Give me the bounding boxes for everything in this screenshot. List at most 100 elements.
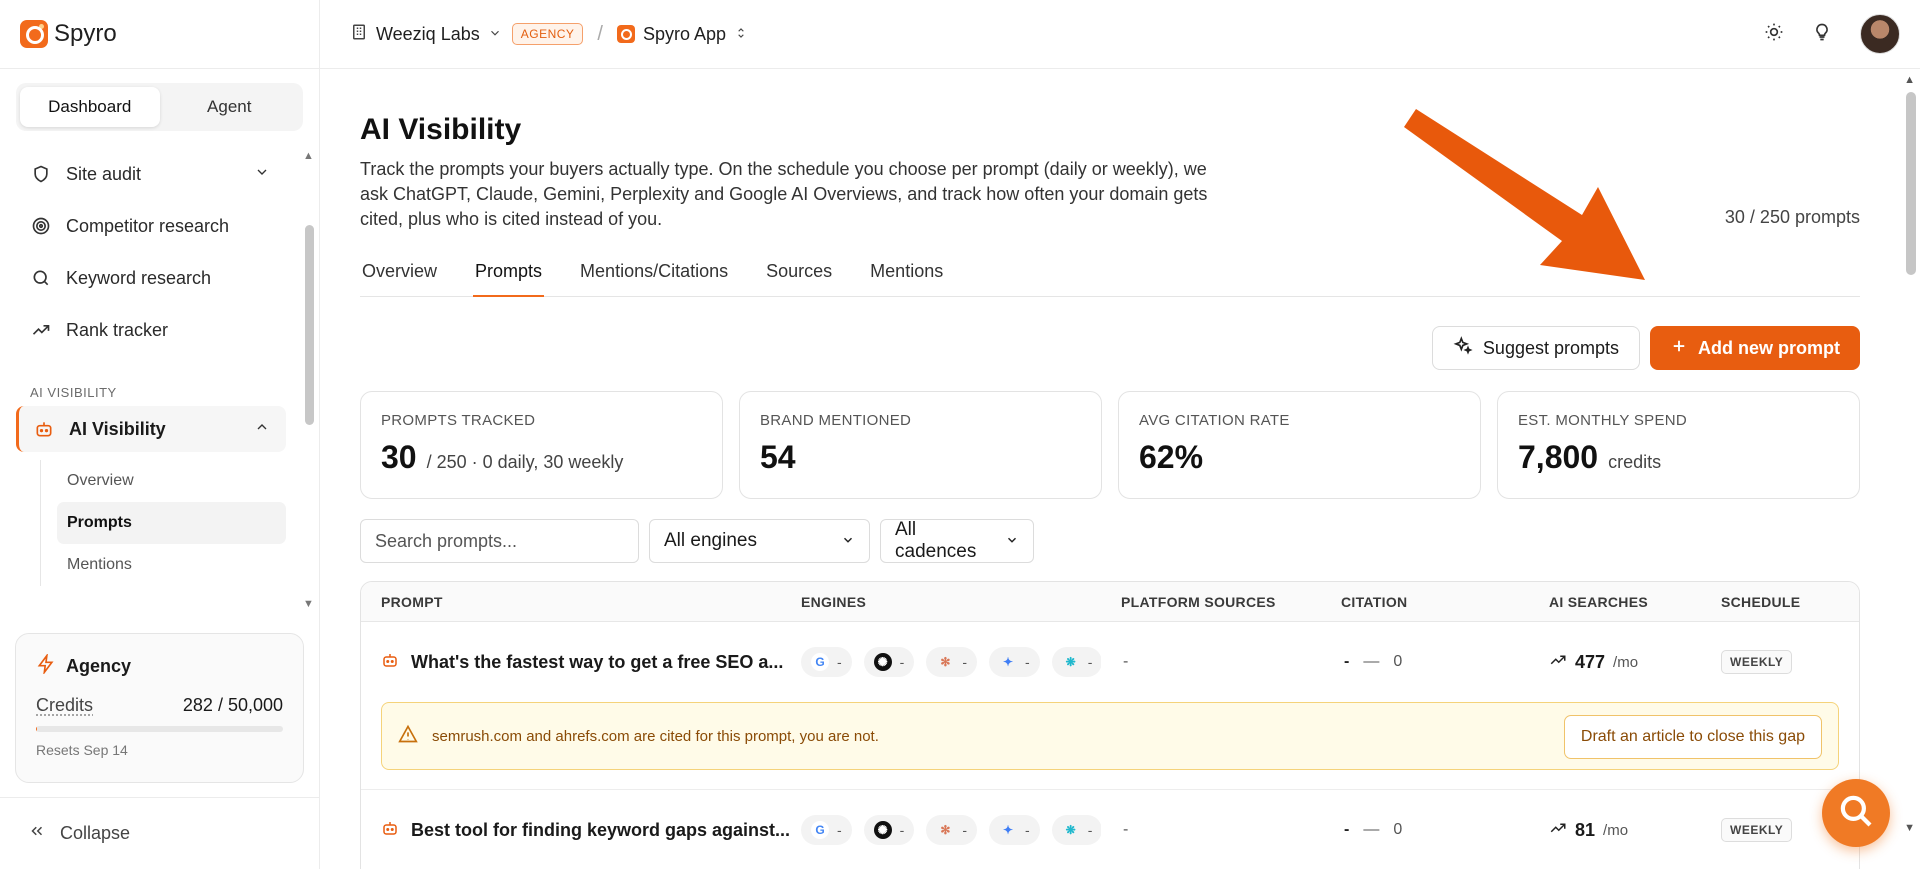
add-new-prompt-button[interactable]: Add new prompt — [1650, 326, 1860, 370]
trending-up-icon — [1549, 651, 1567, 674]
cadence-filter-select[interactable]: All cadences — [880, 519, 1034, 563]
sidebar-item-ai-visibility[interactable]: AI Visibility — [16, 406, 286, 452]
column-header-prompt[interactable]: PROMPT — [381, 594, 443, 610]
column-header-platform-sources[interactable]: PLATFORM SOURCES — [1121, 594, 1276, 610]
engine-value: - — [899, 822, 905, 838]
lightning-icon — [36, 652, 56, 679]
dashboard-mode-button[interactable]: Dashboard — [20, 87, 160, 127]
page-scroll-down-icon[interactable]: ▼ — [1904, 822, 1915, 834]
page-description: Track the prompts your buyers actually t… — [360, 159, 1208, 229]
page-scroll-up-icon[interactable]: ▲ — [1904, 74, 1915, 86]
brand[interactable]: Spyro — [0, 0, 319, 69]
workspace-switcher[interactable]: Weeziq Labs — [350, 23, 502, 46]
sidebar-subitem-mentions[interactable]: Mentions — [57, 544, 300, 586]
agency-title: Agency — [36, 652, 283, 679]
sidebar-item-competitor-research[interactable]: Competitor research — [0, 200, 300, 252]
engine-value: - — [837, 822, 842, 838]
stat-value-row: 54 — [760, 439, 1081, 476]
chevron-up-icon[interactable] — [254, 419, 270, 440]
engine-google[interactable]: G- — [801, 647, 852, 677]
prompt-text[interactable]: What's the fastest way to get a free SEO… — [411, 652, 783, 673]
table-row[interactable]: Best tool for finding keyword gaps again… — [361, 790, 1859, 869]
google-icon: G — [811, 821, 829, 839]
platform-sources-cell: - — [1123, 653, 1129, 670]
engine-chatgpt[interactable]: ✺ - — [863, 647, 915, 677]
spyro-logo-icon — [20, 20, 48, 48]
column-header-ai-searches[interactable]: AI SEARCHES — [1549, 594, 1648, 610]
schedule-badge[interactable]: WEEKLY — [1721, 650, 1793, 674]
robot-icon — [381, 819, 399, 842]
engine-gemini[interactable]: ✦ - — [989, 647, 1040, 677]
stat-card-est-monthly-spend: EST. MONTHLY SPEND 7,800 credits — [1497, 391, 1860, 499]
chevron-down-icon[interactable] — [254, 164, 270, 185]
tab-mentions-citations[interactable]: Mentions/Citations — [578, 249, 730, 297]
column-header-engines[interactable]: ENGINES — [801, 594, 866, 610]
collapse-sidebar-button[interactable]: Collapse — [0, 797, 320, 869]
engine-gemini[interactable]: ✦ - — [989, 815, 1040, 845]
sidebar-item-keyword-research[interactable]: Keyword research — [0, 252, 300, 304]
schedule-badge[interactable]: WEEKLY — [1721, 818, 1793, 842]
assistant-chat-button[interactable] — [1822, 779, 1890, 847]
engine-value: - — [962, 654, 968, 670]
draft-article-button[interactable]: Draft an article to close this gap — [1563, 715, 1822, 759]
tab-overview[interactable]: Overview — [360, 249, 439, 297]
engine-filter-select[interactable]: All engines — [649, 519, 870, 563]
app-switcher[interactable]: Spyro App — [616, 24, 748, 45]
google-icon: G — [811, 653, 829, 671]
table-header: PROMPT ENGINES PLATFORM SOURCES CITATION… — [361, 582, 1859, 622]
scroll-down-arrow-icon[interactable]: ▼ — [303, 598, 314, 610]
sidebar-scrollbar-thumb[interactable] — [305, 225, 314, 425]
stat-sub: / 250 · 0 daily, 30 weekly — [426, 452, 624, 472]
spyro-app-icon — [616, 25, 635, 43]
stat-card-prompts-tracked: PROMPTS TRACKED 30 / 250 · 0 daily, 30 w… — [360, 391, 723, 499]
user-avatar[interactable] — [1860, 14, 1900, 54]
column-header-schedule[interactable]: SCHEDULE — [1721, 594, 1800, 610]
engine-chatgpt[interactable]: ✺ - — [863, 815, 915, 845]
credits-label[interactable]: Credits — [36, 695, 93, 716]
building-icon — [350, 23, 368, 46]
citation-cell: - — 0 — [1344, 622, 1402, 702]
sidebar-subitem-prompts[interactable]: Prompts — [57, 502, 286, 544]
table-row[interactable]: What's the fastest way to get a free SEO… — [361, 622, 1859, 702]
sidebar-item-site-audit[interactable]: Site audit — [0, 148, 300, 200]
stat-label: BRAND MENTIONED — [760, 412, 912, 429]
engine-perplexity[interactable]: ❋ - — [1051, 647, 1101, 677]
stat-label: AVG CITATION RATE — [1139, 412, 1290, 429]
engine-value: - — [962, 822, 968, 838]
engine-claude[interactable]: ✻ - — [926, 647, 978, 677]
stat-card-avg-citation-rate: AVG CITATION RATE 62% — [1118, 391, 1481, 499]
suggest-prompts-button[interactable]: Suggest prompts — [1431, 326, 1640, 370]
engine-value: - — [1087, 822, 1093, 838]
top-right-actions — [1764, 14, 1900, 54]
stats-cards: PROMPTS TRACKED 30 / 250 · 0 daily, 30 w… — [360, 391, 1860, 499]
engine-google[interactable]: G- — [801, 815, 852, 845]
tab-prompts[interactable]: Prompts — [473, 249, 545, 297]
ai-searches-unit: /mo — [1613, 653, 1639, 671]
sidebar-subitem-overview[interactable]: Overview — [57, 460, 300, 502]
page-scrollbar-thumb[interactable] — [1906, 92, 1916, 275]
shield-icon — [30, 163, 52, 185]
search-prompts-input[interactable] — [360, 519, 639, 563]
trending-up-icon — [1549, 819, 1567, 842]
column-header-citation[interactable]: CITATION — [1341, 594, 1407, 610]
prompt-text[interactable]: Best tool for finding keyword gaps again… — [411, 820, 790, 841]
stat-label: PROMPTS TRACKED — [381, 412, 536, 429]
sun-icon[interactable] — [1764, 22, 1784, 47]
engine-claude[interactable]: ✻ - — [926, 815, 978, 845]
sidebar-item-label: Rank tracker — [66, 319, 169, 340]
sparkles-icon — [1453, 335, 1473, 361]
prompts-table: PROMPT ENGINES PLATFORM SOURCES CITATION… — [360, 581, 1860, 869]
agent-mode-button[interactable]: Agent — [160, 87, 300, 127]
engine-value: - — [1025, 654, 1030, 670]
engine-filter-value: All engines — [664, 530, 757, 551]
sidebar-item-rank-tracker[interactable]: Rank tracker — [0, 304, 300, 356]
lightbulb-icon[interactable] — [1812, 22, 1832, 47]
scroll-up-arrow-icon[interactable]: ▲ — [303, 150, 314, 162]
tab-sources[interactable]: Sources — [764, 249, 834, 297]
engine-perplexity[interactable]: ❋ - — [1051, 815, 1101, 845]
engine-value: - — [1087, 654, 1093, 670]
stat-value: 30 — [381, 439, 417, 475]
tab-mentions[interactable]: Mentions — [868, 249, 945, 297]
prompt-cell: What's the fastest way to get a free SEO… — [381, 622, 783, 702]
ai-visibility-subnav: Overview Prompts Mentions — [40, 460, 300, 586]
